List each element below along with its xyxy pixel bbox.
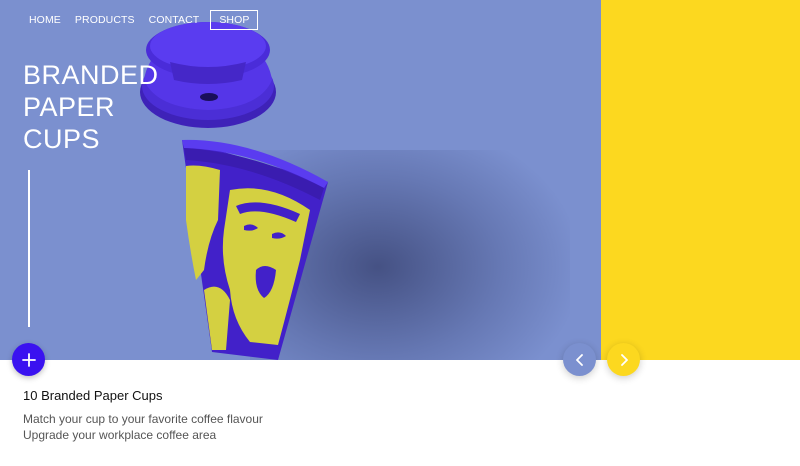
product-description-line-1: Match your cup to your favorite coffee f… — [23, 412, 263, 426]
paper-cup-image — [182, 139, 328, 360]
plus-icon — [21, 352, 36, 367]
chevron-left-icon — [575, 353, 583, 366]
divider-line — [28, 170, 30, 327]
hero-image-panel: HOME PRODUCTS CONTACT SHOP BRANDED PAPER… — [0, 0, 601, 360]
hero-section: HOME PRODUCTS CONTACT SHOP BRANDED PAPER… — [0, 0, 800, 360]
add-button[interactable] — [12, 343, 45, 376]
top-nav: HOME PRODUCTS CONTACT SHOP — [22, 10, 259, 30]
nav-shop-button[interactable]: SHOP — [210, 10, 259, 30]
product-title: 10 Branded Paper Cups — [23, 388, 163, 403]
next-slide-button[interactable] — [607, 343, 640, 376]
previous-slide-button[interactable] — [563, 343, 596, 376]
product-caption: 10 Branded Paper Cups Match your cup to … — [23, 388, 263, 443]
nav-home[interactable]: HOME — [22, 10, 68, 30]
nav-contact[interactable]: CONTACT — [142, 10, 207, 30]
hero-yellow-panel — [601, 0, 800, 360]
chevron-right-icon — [620, 353, 628, 366]
product-description-line-2: Upgrade your workplace coffee area — [23, 428, 217, 442]
hero-title: BRANDED PAPER CUPS — [23, 60, 159, 154]
nav-products[interactable]: PRODUCTS — [68, 10, 142, 30]
